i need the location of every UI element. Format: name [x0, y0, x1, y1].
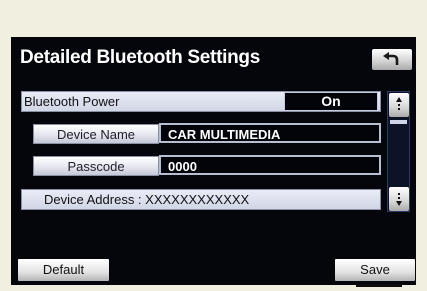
back-button[interactable] — [372, 49, 412, 70]
passcode-button[interactable]: Passcode — [33, 156, 159, 176]
device-name-button[interactable]: Device Name — [33, 124, 159, 144]
page-title: Detailed Bluetooth Settings — [20, 47, 260, 68]
passcode-field[interactable]: 0000 — [159, 155, 381, 175]
bezel-marker — [356, 284, 402, 287]
settings-screen: Detailed Bluetooth Settings Bluetooth Po… — [11, 37, 416, 285]
scroll-up-button[interactable] — [389, 93, 409, 117]
bluetooth-power-label: Bluetooth Power — [24, 94, 120, 109]
scroll-down-icon — [396, 193, 402, 206]
bluetooth-power-toggle[interactable]: On — [284, 92, 378, 111]
bluetooth-power-row[interactable]: Bluetooth Power On — [21, 91, 381, 112]
default-button[interactable]: Default — [18, 259, 109, 281]
device-address-row: Device Address : XXXXXXXXXXXX — [21, 189, 381, 210]
scroll-down-button[interactable] — [389, 187, 409, 211]
back-arrow-icon — [383, 52, 399, 65]
scrollbar-thumb[interactable] — [390, 120, 407, 124]
save-button[interactable]: Save — [335, 259, 415, 281]
scroll-up-icon — [396, 97, 402, 110]
device-name-field[interactable]: CAR MULTIMEDIA — [159, 123, 381, 143]
